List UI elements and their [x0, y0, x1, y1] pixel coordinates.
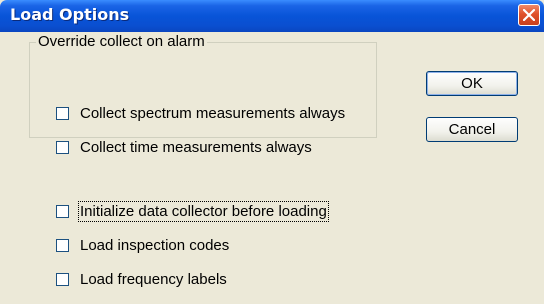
title-bar[interactable]: Load Options: [0, 0, 544, 32]
close-icon: [523, 9, 535, 21]
checkbox-box[interactable]: [56, 140, 69, 154]
close-button[interactable]: [518, 4, 540, 26]
ok-button[interactable]: OK: [426, 71, 518, 96]
checkbox-label: Collect spectrum measurements always: [80, 104, 346, 122]
collect-time-checkbox[interactable]: Collect time measurements always: [56, 138, 312, 156]
dialog-title: Load Options: [10, 5, 130, 24]
checkbox-box[interactable]: [56, 272, 69, 286]
checkbox-label: Initialize data collector before loading: [78, 200, 329, 222]
checkbox-label: Load inspection codes: [80, 236, 230, 254]
checkbox-label: Collect time measurements always: [80, 138, 312, 156]
override-collect-group: Override collect on alarm: [29, 33, 377, 138]
load-frequency-labels-checkbox[interactable]: Load frequency labels: [56, 270, 227, 288]
initialize-collector-checkbox[interactable]: Initialize data collector before loading: [56, 200, 329, 222]
checkbox-box[interactable]: [56, 106, 69, 120]
group-legend: Override collect on alarm: [36, 33, 207, 50]
load-inspection-codes-checkbox[interactable]: Load inspection codes: [56, 236, 229, 254]
checkbox-box[interactable]: [56, 204, 69, 218]
checkbox-label: Load frequency labels: [80, 270, 227, 288]
collect-spectrum-checkbox[interactable]: Collect spectrum measurements always: [56, 104, 345, 122]
checkbox-box[interactable]: [56, 238, 69, 252]
load-options-dialog: Load Options Override collect on alarm C…: [0, 0, 544, 304]
cancel-button[interactable]: Cancel: [426, 117, 518, 142]
